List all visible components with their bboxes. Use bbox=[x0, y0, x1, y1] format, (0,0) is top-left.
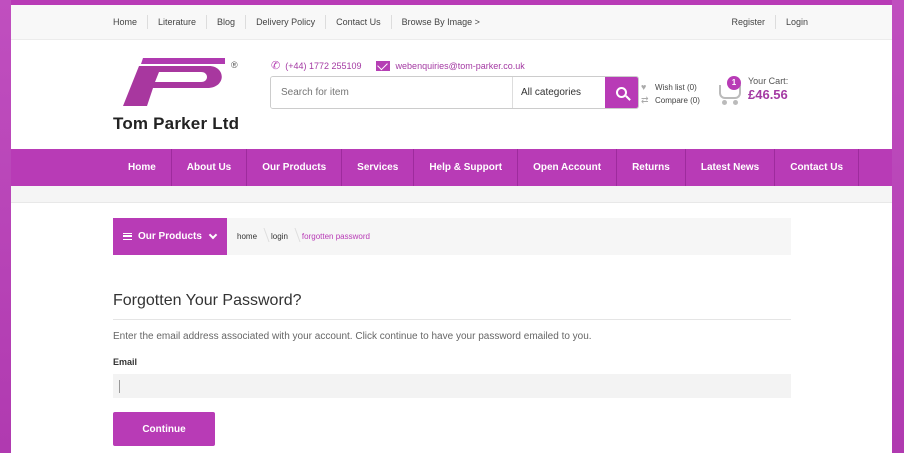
nav-underband bbox=[11, 186, 892, 203]
top-link-blog[interactable]: Blog bbox=[207, 15, 247, 29]
nav-contact-us[interactable]: Contact Us bbox=[775, 149, 860, 186]
search-button[interactable] bbox=[605, 77, 638, 108]
nav-open-account[interactable]: Open Account bbox=[518, 149, 618, 186]
mail-icon bbox=[375, 60, 390, 71]
page-description: Enter the email address associated with … bbox=[113, 331, 592, 342]
phone-number[interactable]: (+44) 1772 255109 bbox=[285, 61, 361, 71]
nav-help-support[interactable]: Help & Support bbox=[414, 149, 519, 186]
phone-icon: ✆ bbox=[271, 60, 281, 72]
search-input[interactable] bbox=[271, 77, 512, 108]
registered-mark: ® bbox=[231, 60, 238, 70]
top-link-home[interactable]: Home bbox=[113, 15, 149, 29]
cart-total: £46.56 bbox=[748, 87, 788, 102]
top-link-literature[interactable]: Literature bbox=[148, 15, 208, 29]
search-icon bbox=[616, 87, 627, 98]
register-link[interactable]: Register bbox=[721, 15, 776, 29]
top-links: Home Literature Blog Delivery Policy Con… bbox=[113, 15, 490, 29]
contact-info: ✆ (+44) 1772 255109 webenquiries@tom-par… bbox=[271, 59, 525, 72]
crumb-login[interactable]: login bbox=[271, 232, 302, 241]
nav-latest-news[interactable]: Latest News bbox=[686, 149, 776, 186]
login-link[interactable]: Login bbox=[776, 15, 808, 29]
crumb-forgotten-password: forgotten password bbox=[301, 232, 370, 241]
crumb-home[interactable]: home bbox=[237, 232, 271, 241]
top-link-browse-by-image[interactable]: Browse By Image > bbox=[392, 15, 490, 29]
compare-icon: ⇄ bbox=[641, 95, 649, 105]
wish-compare: ♥ Wish list (0) ⇄ Compare (0) bbox=[641, 81, 700, 107]
breadcrumb-bar: Our Products home login forgotten passwo… bbox=[113, 218, 791, 255]
compare-label: Compare (0) bbox=[655, 96, 700, 105]
email-label: Email bbox=[113, 357, 138, 367]
account-links: Register Login bbox=[721, 15, 808, 29]
chevron-down-icon bbox=[208, 230, 218, 239]
text-cursor bbox=[119, 380, 120, 393]
breadcrumb: home login forgotten password bbox=[237, 218, 384, 255]
nav-home[interactable]: Home bbox=[113, 149, 172, 186]
nav-our-products[interactable]: Our Products bbox=[247, 149, 343, 186]
page: Home Literature Blog Delivery Policy Con… bbox=[11, 0, 892, 453]
window-frame-left bbox=[0, 0, 11, 453]
nav-returns[interactable]: Returns bbox=[617, 149, 686, 186]
header: ® Tom Parker Ltd ✆ (+44) 1772 255109 web… bbox=[11, 40, 892, 149]
menu-icon bbox=[123, 233, 132, 240]
our-products-menu-button[interactable]: Our Products bbox=[113, 218, 227, 255]
wishlist-link[interactable]: ♥ Wish list (0) bbox=[641, 81, 700, 94]
email-field[interactable] bbox=[113, 374, 791, 398]
wishlist-label: Wish list (0) bbox=[655, 83, 697, 92]
title-divider bbox=[113, 319, 791, 320]
main-nav: Home About Us Our Products Services Help… bbox=[11, 149, 892, 186]
compare-link[interactable]: ⇄ Compare (0) bbox=[641, 94, 700, 107]
page-title: Forgotten Your Password? bbox=[113, 292, 302, 309]
window-frame-right bbox=[892, 0, 904, 453]
nav-services[interactable]: Services bbox=[342, 149, 415, 186]
search-bar: All categories bbox=[270, 76, 639, 109]
cart-label: Your Cart: bbox=[748, 76, 789, 86]
top-link-contact-us[interactable]: Contact Us bbox=[326, 15, 392, 29]
nav-about-us[interactable]: About Us bbox=[172, 149, 248, 186]
our-products-menu-label: Our Products bbox=[138, 231, 202, 242]
cart-count-badge: 1 bbox=[727, 76, 741, 90]
top-link-delivery-policy[interactable]: Delivery Policy bbox=[246, 15, 327, 29]
continue-button[interactable]: Continue bbox=[113, 412, 215, 446]
heart-icon: ♥ bbox=[641, 82, 647, 92]
top-bar: Home Literature Blog Delivery Policy Con… bbox=[11, 0, 892, 40]
category-select[interactable]: All categories bbox=[512, 77, 605, 108]
email-link[interactable]: webenquiries@tom-parker.co.uk bbox=[396, 61, 525, 71]
logo-text[interactable]: Tom Parker Ltd bbox=[113, 114, 239, 134]
logo-mark-icon[interactable] bbox=[113, 56, 231, 108]
